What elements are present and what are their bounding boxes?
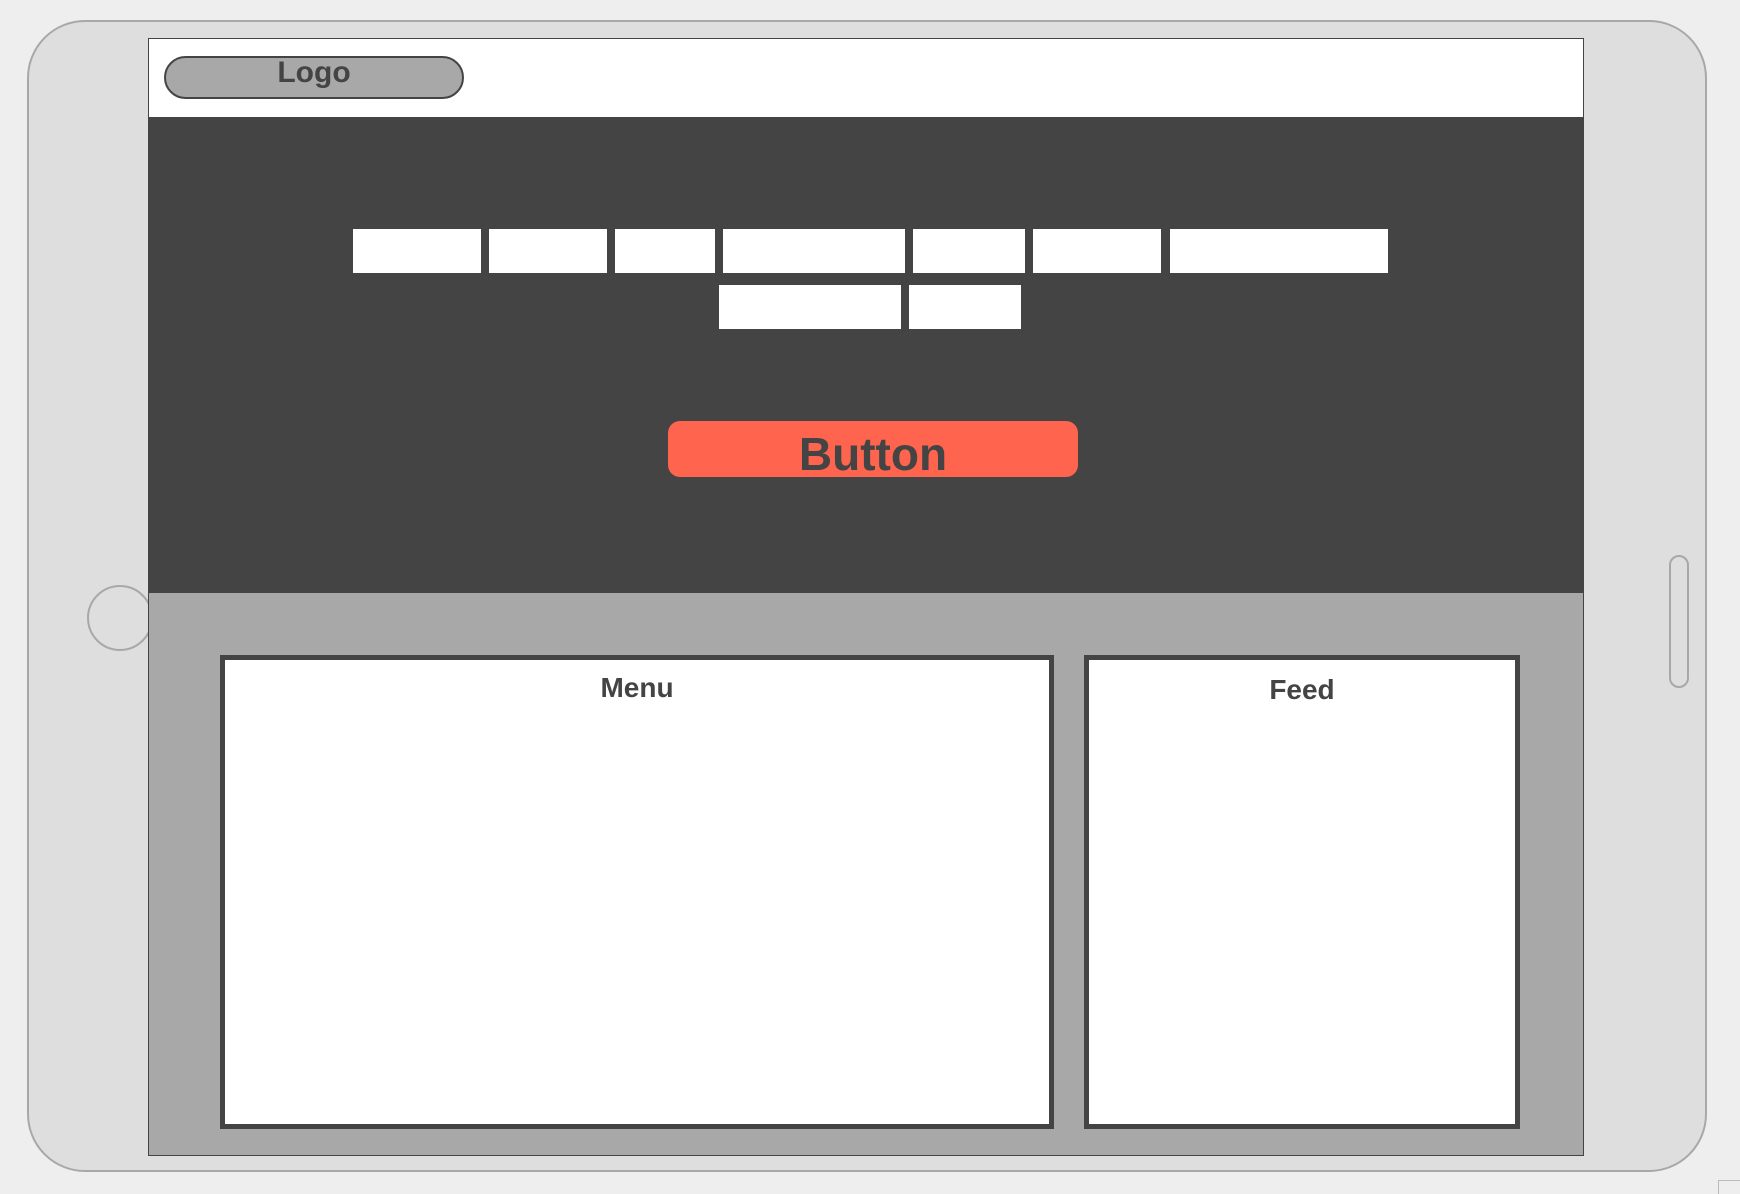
nav-item-5[interactable] [913, 229, 1025, 273]
feed-title: Feed [1269, 674, 1335, 705]
nav-item-1[interactable] [353, 229, 481, 273]
hero-section: Button [149, 117, 1583, 593]
side-button [1669, 555, 1689, 688]
nav-item-3[interactable] [615, 229, 715, 273]
content-area: Menu Feed [149, 593, 1583, 1155]
nav-item-6[interactable] [1033, 229, 1161, 273]
feed-panel: Feed [1084, 655, 1520, 1129]
top-bar: Logo [149, 39, 1583, 117]
nav-item-4[interactable] [723, 229, 905, 273]
home-button[interactable] [87, 585, 153, 651]
tablet-screen: Logo Button Menu Feed [148, 38, 1584, 1156]
nav-item-7[interactable] [1170, 229, 1388, 273]
nav-item-9[interactable] [909, 285, 1021, 329]
primary-button[interactable]: Button [668, 421, 1078, 477]
menu-title: Menu [600, 672, 674, 703]
logo-button[interactable]: Logo [164, 56, 464, 99]
nav-item-2[interactable] [489, 229, 607, 273]
menu-panel: Menu [220, 655, 1054, 1129]
nav-item-8[interactable] [719, 285, 901, 329]
